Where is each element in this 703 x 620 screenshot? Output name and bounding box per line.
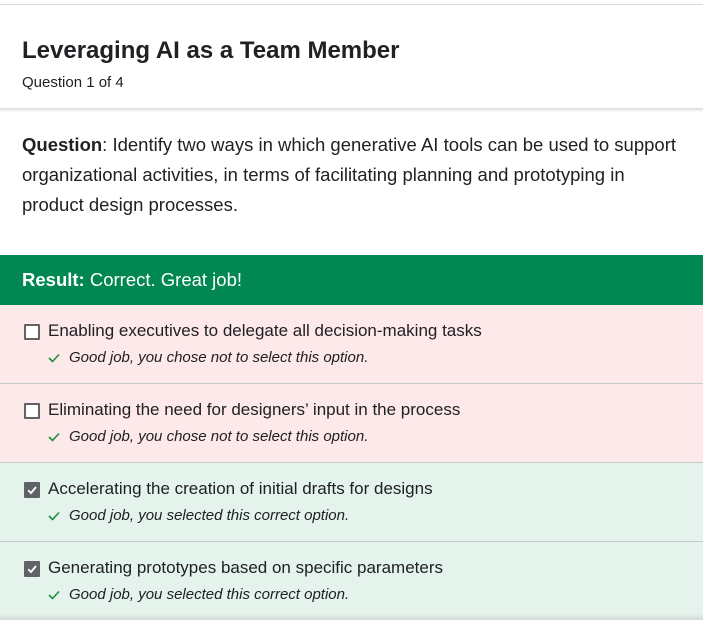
page-title: Leveraging AI as a Team Member: [22, 37, 400, 64]
option-feedback: Good job, you selected this correct opti…: [48, 507, 349, 525]
option-label: Generating prototypes based on specific …: [48, 558, 444, 577]
result-message: Correct. Great job!: [84, 269, 243, 290]
quiz-page: Leveraging AI as a Team Member Question …: [0, 0, 703, 620]
checkbox-empty-icon[interactable]: [24, 403, 40, 419]
checkbox-checked-icon[interactable]: [24, 561, 40, 577]
option-3[interactable]: Accelerating the creation of initial dra…: [0, 463, 703, 542]
bottom-shadow: [0, 614, 703, 620]
result-banner: Result: Correct. Great job!: [0, 255, 703, 305]
option-4[interactable]: Generating prototypes based on specific …: [0, 542, 703, 620]
question-label: Question: [22, 134, 103, 155]
option-2[interactable]: Eliminating the need for designers’ inpu…: [0, 384, 703, 463]
checkmark-icon: [48, 350, 61, 367]
checkmark-icon: [48, 587, 61, 604]
option-feedback-text: Good job, you chose not to select this o…: [69, 349, 369, 366]
option-label: Eliminating the need for designers’ inpu…: [48, 400, 461, 419]
option-feedback-text: Good job, you selected this correct opti…: [69, 507, 350, 524]
option-feedback-text: Good job, you selected this correct opti…: [69, 586, 350, 603]
option-feedback-text: Good job, you chose not to select this o…: [69, 428, 369, 445]
question-progress: Question 1 of 4: [22, 74, 124, 91]
result-text: Result: Correct. Great job!: [22, 269, 242, 291]
option-feedback: Good job, you selected this correct opti…: [48, 586, 349, 604]
answer-options: Enabling executives to delegate all deci…: [0, 305, 703, 620]
option-label: Enabling executives to delegate all deci…: [48, 321, 482, 340]
option-1[interactable]: Enabling executives to delegate all deci…: [0, 305, 703, 384]
checkbox-checked-icon[interactable]: [24, 482, 40, 498]
option-label: Accelerating the creation of initial dra…: [48, 479, 433, 498]
result-label: Result:: [22, 269, 85, 290]
checkbox-empty-icon[interactable]: [24, 324, 40, 340]
question-body: : Identify two ways in which generative …: [22, 134, 676, 215]
header-shadow: [0, 108, 703, 112]
option-feedback: Good job, you chose not to select this o…: [48, 428, 368, 446]
checkmark-icon: [48, 429, 61, 446]
option-feedback: Good job, you chose not to select this o…: [48, 349, 368, 367]
question-text: Question: Identify two ways in which gen…: [22, 130, 682, 220]
quiz-header: Leveraging AI as a Team Member Question …: [0, 5, 703, 108]
checkmark-icon: [48, 508, 61, 525]
